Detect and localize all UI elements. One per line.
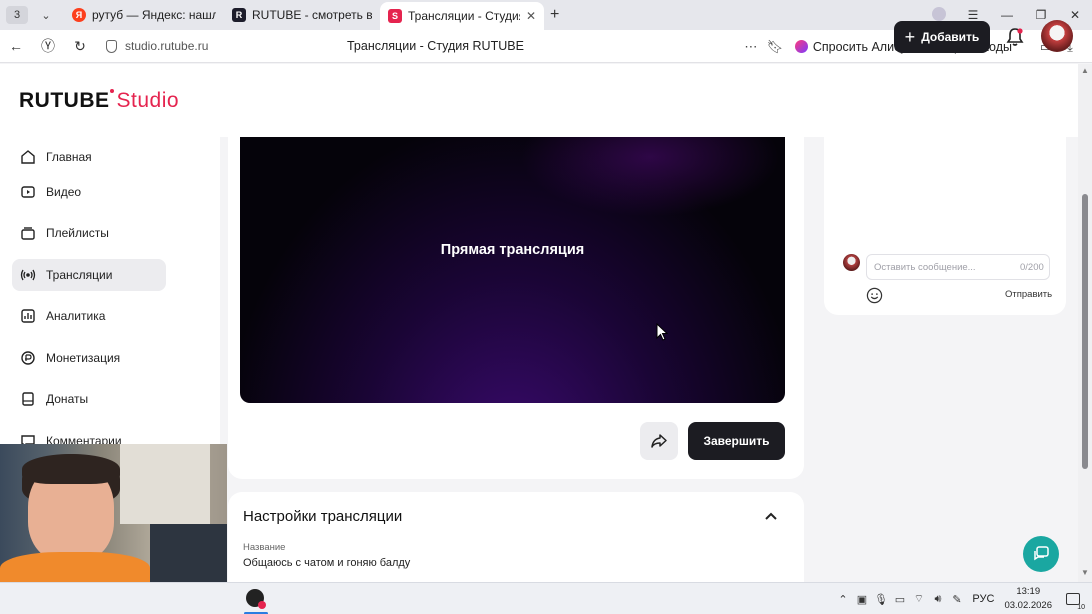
browser-tab-studio-active[interactable]: S Трансляции - Студия R ✕ (380, 2, 544, 30)
settings-title: Настройки трансляции (243, 508, 403, 525)
sidebar-item-playlists[interactable]: Плейлисты (12, 217, 166, 249)
webcam-poster (120, 444, 210, 524)
add-button-label: Добавить (921, 30, 980, 44)
studio-header: RUTUBE Studio (0, 64, 1078, 137)
system-tray: ⌃ ▣ 🎙︎ ▭ ⌔ 🔊︎ ✎ РУС 13:19 03.02.2026 10 (833, 583, 1092, 614)
url-field[interactable]: studio.rutube.ru (106, 39, 336, 53)
scroll-up-icon[interactable]: ▲ (1081, 66, 1089, 75)
tab-title: Трансляции - Студия R (408, 9, 520, 23)
logo-dot-icon (109, 89, 114, 93)
name-field-value[interactable]: Общаюсь с чатом и гоняю балду (243, 557, 410, 569)
browser-tab-rutube[interactable]: R RUTUBE - смотреть виде (224, 3, 380, 27)
sidebar-item-label: Аналитика (46, 309, 106, 323)
tray-microphone-icon[interactable]: 🎙︎ (871, 593, 890, 606)
tray-date: 03.02.2026 (1004, 600, 1052, 611)
bell-icon[interactable] (1005, 27, 1025, 47)
player-status-text: Прямая трансляция (440, 242, 585, 258)
support-chat-icon (1034, 546, 1049, 561)
tab-list-chevron-icon[interactable]: ⌄ (36, 9, 56, 22)
os-taskbar: ⌃ ▣ 🎙︎ ▭ ⌔ 🔊︎ ✎ РУС 13:19 03.02.2026 10 (0, 582, 1092, 614)
tab-counter[interactable]: 3 (6, 6, 28, 24)
studio-favicon-icon: S (388, 9, 402, 23)
sidebar-item-video[interactable]: Видео (12, 176, 166, 208)
broadcast-icon (20, 269, 36, 281)
back-arrow-icon[interactable]: ← (0, 38, 32, 54)
chat-user-avatar (843, 254, 860, 271)
tray-chevron-up-icon[interactable]: ⌃ (833, 593, 852, 606)
tray-battery-icon[interactable]: ▭ (890, 593, 909, 606)
sidebar-item-label: Плейлисты (46, 226, 109, 240)
alisa-icon (794, 40, 808, 53)
scroll-down-icon[interactable]: ▼ (1081, 568, 1089, 577)
yandex-favicon-icon: Я (72, 8, 86, 22)
bookmark-icon[interactable]: 🔖︎ (763, 39, 787, 55)
donate-icon (22, 392, 34, 406)
tray-clock[interactable]: 13:19 03.02.2026 (1004, 585, 1052, 613)
yandex-browser-icon[interactable]: Ⓨ (32, 36, 64, 56)
support-chat-button[interactable] (1023, 536, 1059, 572)
plus-icon: + (904, 27, 916, 47)
webcam-overlay (0, 444, 227, 582)
close-tab-icon[interactable]: ✕ (526, 9, 536, 23)
more-dots-icon[interactable]: ⋯ (739, 39, 763, 55)
logo-main-text: RUTUBE (19, 89, 110, 112)
webcam-chair (150, 524, 227, 582)
share-button[interactable] (640, 422, 678, 460)
sidebar-item-label: Донаты (46, 392, 89, 406)
notification-center-icon[interactable]: 10 (1066, 593, 1086, 611)
logo-studio-text: Studio (116, 89, 180, 112)
menu-icon[interactable]: ☰ (956, 8, 990, 22)
page-scrollbar[interactable]: ▲ ▼ (1078, 64, 1092, 582)
emoji-icon[interactable] (866, 287, 883, 304)
taskbar-app-icon[interactable] (246, 589, 266, 609)
rutube-favicon-icon: R (232, 8, 246, 22)
tray-volume-icon[interactable]: 🔊︎ (928, 593, 947, 606)
playlist-icon (21, 227, 35, 240)
browser-tab-yandex[interactable]: Я рутуб — Яндекс: нашлось (64, 3, 224, 27)
add-button[interactable]: + Добавить (894, 21, 990, 53)
tray-network-icon[interactable]: ⌔ (909, 592, 928, 606)
sidebar-item-home[interactable]: Главная (12, 141, 166, 173)
share-arrow-icon (651, 434, 667, 448)
url-text: studio.rutube.ru (125, 39, 209, 53)
tab-title: рутуб — Яндекс: нашлось (92, 8, 216, 22)
webcam-person-shirt (0, 552, 150, 582)
live-player[interactable]: Прямая трансляция (240, 137, 785, 403)
rutube-studio-logo[interactable]: RUTUBE Studio (19, 89, 179, 113)
analytics-icon (21, 309, 35, 323)
shield-icon (106, 39, 117, 53)
sidebar-item-label: Трансляции (46, 268, 113, 282)
minimize-icon[interactable]: — (990, 8, 1024, 22)
close-window-icon[interactable]: ✕ (1058, 8, 1092, 22)
tray-time: 13:19 (1016, 586, 1041, 597)
name-field-label: Название (243, 542, 286, 553)
webcam-person-bangs (22, 454, 120, 484)
tray-pen-icon[interactable]: ✎ (947, 593, 966, 606)
sidebar-item-donates[interactable]: Донаты (12, 383, 166, 415)
sidebar-item-analytics[interactable]: Аналитика (12, 300, 166, 332)
tray-language[interactable]: РУС (972, 593, 994, 605)
sidebar-item-label: Главная (46, 150, 92, 164)
page-title-in-bar: Трансляции - Студия RUTUBE (347, 39, 524, 53)
reload-icon[interactable]: ↻ (64, 38, 96, 55)
home-icon (21, 150, 35, 164)
tray-display-icon[interactable]: ▣ (852, 593, 871, 606)
finish-broadcast-button[interactable]: Завершить (688, 422, 785, 460)
user-avatar[interactable] (1041, 20, 1073, 52)
sidebar-item-broadcasts[interactable]: Трансляции (12, 259, 166, 291)
chat-char-counter: 0/200 (1020, 262, 1044, 273)
new-tab-plus-icon[interactable]: + (550, 6, 559, 24)
video-icon (21, 186, 35, 198)
notification-count: 10 (1076, 604, 1086, 611)
sidebar-item-label: Монетизация (46, 351, 121, 365)
send-message-button[interactable]: Отправить (1005, 289, 1052, 300)
scrollbar-thumb[interactable] (1082, 194, 1088, 469)
monetization-icon (21, 351, 35, 365)
tab-title: RUTUBE - смотреть виде (252, 8, 372, 22)
sidebar-item-label: Видео (46, 185, 82, 199)
sidebar-item-monetization[interactable]: Монетизация (12, 342, 166, 374)
chevron-up-icon[interactable] (764, 510, 778, 522)
mouse-cursor-icon (656, 323, 668, 341)
